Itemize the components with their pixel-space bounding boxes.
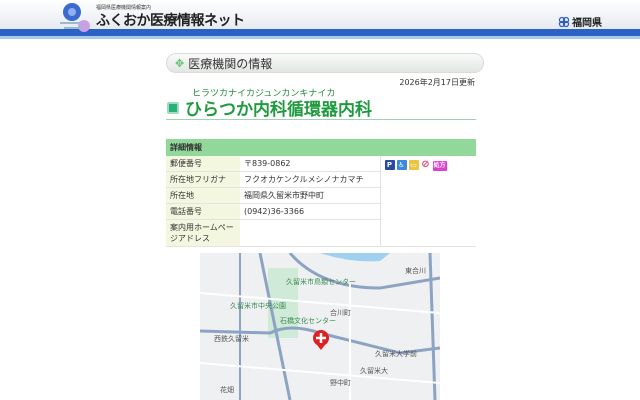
no-smoking-icon: ⊘ [420, 159, 431, 170]
parking-icon: P [384, 160, 395, 170]
prescription-icon: 処方 [432, 161, 447, 171]
map-label[interactable]: 久留米市鳥類センター [286, 277, 356, 286]
wheelchair-icon: ♿ [396, 160, 407, 170]
map-label: 西鉄久留米 [214, 334, 249, 343]
road [428, 253, 437, 400]
details-table: 詳細情報 郵便番号 〒839-0862 P ♿ ▭ ⊘ 処方 所在地フリガナ フクオカケンク… [166, 139, 476, 247]
row-value: 〒839-0862 [240, 156, 381, 172]
updated-date: 2026年2月17日更新 [399, 78, 475, 87]
river [320, 253, 390, 262]
row-value: (0942)36-3366 [240, 203, 381, 220]
details-header: 詳細情報 [166, 139, 476, 156]
map-label[interactable]: 久留米市中央公園 [230, 301, 286, 310]
map-label: 花畑 [220, 385, 234, 394]
row-label: 案内用ホームページアドレス [166, 219, 240, 247]
site-title[interactable]: ふくおか医療情報ネット [96, 10, 245, 30]
row-label: 所在地 [166, 187, 240, 204]
section-heading: ✥ 医療機関の情報 [166, 53, 484, 73]
prefecture-emblem-icon [558, 16, 570, 27]
row-value: 福岡県久留米市野中町 [240, 187, 381, 204]
map-label[interactable]: 石橋文化センター [280, 316, 336, 325]
section-title: 医療機関の情報 [188, 56, 273, 71]
row-label: 所在地フリガナ [166, 171, 240, 188]
map-label: 野中町 [330, 378, 351, 387]
row-label: 電話番号 [166, 203, 240, 220]
row-value: フクオカケンクルメシノナカマチ [240, 171, 381, 188]
header-band-light [0, 36, 640, 39]
divider [166, 119, 476, 120]
map[interactable]: 久留米市鳥類センター 久留米市中央公園 合川町 西鉄久留米 石橋文化センター 久… [200, 253, 440, 400]
facility-name: ひらつか内科循環器内科 [185, 100, 372, 120]
table-row: 郵便番号 〒839-0862 P ♿ ▭ ⊘ 処方 [166, 156, 476, 247]
row-label: 郵便番号 [166, 156, 240, 172]
map-label: 久留米大学前 [375, 349, 417, 358]
prefecture-logo[interactable]: 福岡県 [558, 14, 602, 29]
facility-icons: P ♿ ▭ ⊘ 処方 [380, 156, 476, 247]
row-value[interactable] [240, 219, 381, 247]
header-band [0, 29, 640, 36]
map-label: 合川町 [330, 308, 351, 317]
location-pin-icon[interactable] [313, 330, 329, 350]
card-icon: ▭ [408, 160, 419, 170]
map-label: 東合川 [405, 266, 426, 275]
square-bullet-icon [167, 101, 179, 114]
logo-flower-icon[interactable] [60, 2, 96, 36]
diamond-icon: ✥ [175, 56, 185, 70]
prefecture-label: 福岡県 [572, 18, 602, 29]
map-label[interactable]: 久留米大 [360, 366, 388, 375]
